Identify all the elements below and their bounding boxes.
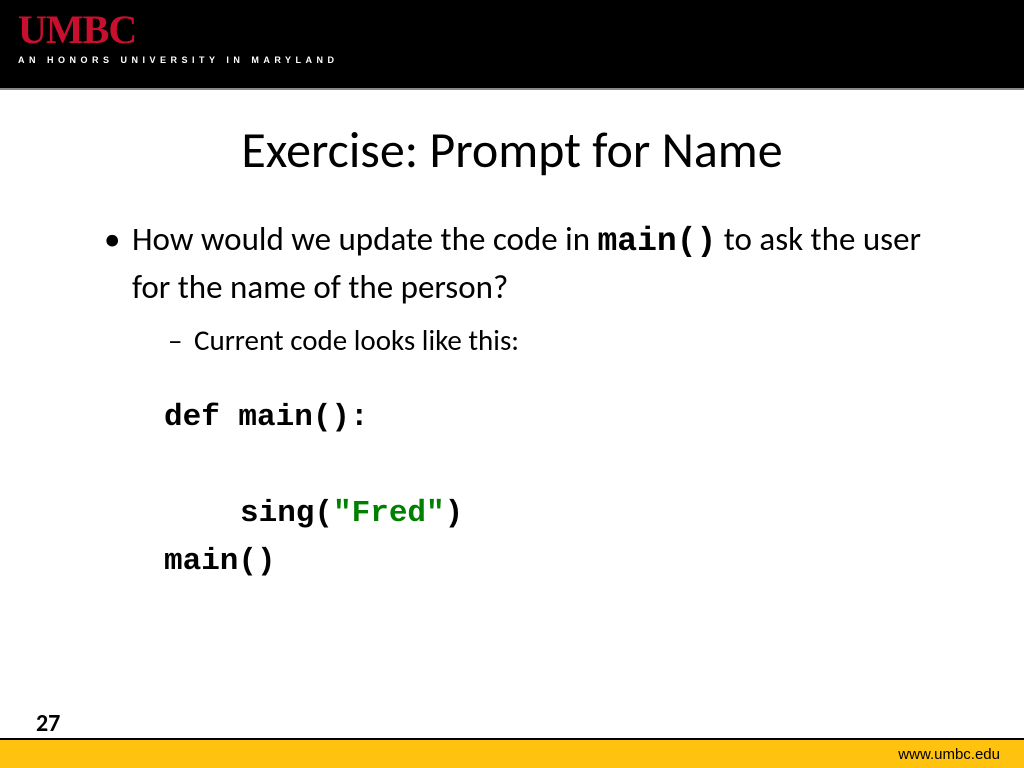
logo-tagline: AN HONORS UNIVERSITY IN MARYLAND	[18, 55, 339, 65]
slide-content: How would we update the code in main() t…	[0, 217, 1024, 768]
code-block: def main(): sing("Fred") main()	[132, 394, 934, 586]
umbc-logo: UMBC AN HONORS UNIVERSITY IN MARYLAND	[18, 6, 339, 65]
code-line-call: sing("Fred")	[164, 490, 934, 538]
slide-title: Exercise: Prompt for Name	[0, 120, 1024, 181]
code-string-literal: "Fred"	[333, 496, 445, 531]
logo-wordmark: UMBC	[18, 6, 339, 53]
slide: UMBC AN HONORS UNIVERSITY IN MARYLAND Ex…	[0, 0, 1024, 768]
header-bar: UMBC AN HONORS UNIVERSITY IN MARYLAND	[0, 0, 1024, 90]
bullet-text-before: How would we update the code in	[132, 219, 598, 259]
code-call-post: )	[445, 496, 464, 531]
inline-code: main()	[598, 223, 717, 260]
code-line-def: def main():	[164, 394, 934, 442]
bullet-list: How would we update the code in main() t…	[100, 217, 934, 586]
code-blank-line	[164, 442, 934, 490]
code-line-main: main()	[164, 538, 934, 586]
bullet-item: How would we update the code in main() t…	[100, 217, 934, 586]
footer-url: www.umbc.edu	[898, 746, 1000, 763]
dash-list: Current code looks like this:	[132, 321, 934, 360]
footer-bar: www.umbc.edu	[0, 738, 1024, 768]
dash-item: Current code looks like this:	[132, 321, 934, 360]
page-number: 27	[36, 709, 60, 738]
code-call-pre: sing(	[240, 496, 333, 531]
